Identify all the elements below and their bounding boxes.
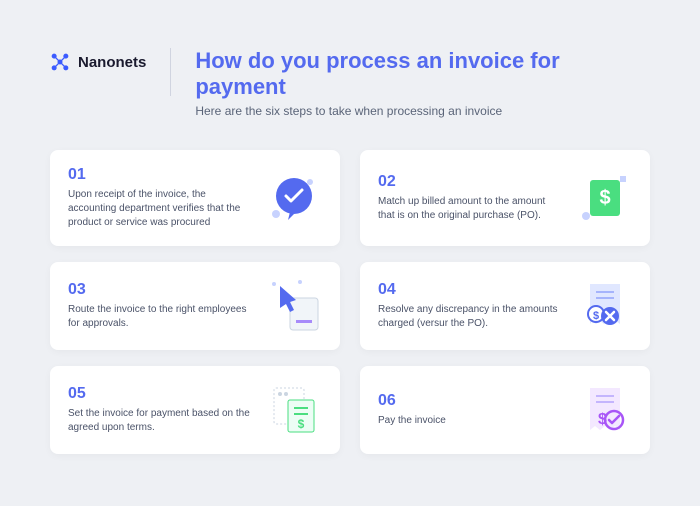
step-text: Match up billed amount to the amount tha… <box>378 195 564 223</box>
nanonets-logo-icon <box>50 52 70 72</box>
svg-text:$: $ <box>298 417 305 431</box>
infographic-container: Nanonets How do you process an invoice f… <box>0 0 700 506</box>
step-text: Route the invoice to the right employees… <box>68 303 254 331</box>
step-number: 01 <box>68 166 254 184</box>
brand-logo: Nanonets <box>50 48 146 72</box>
receipt-paid-icon: $ <box>576 382 632 438</box>
step-number: 02 <box>378 173 564 191</box>
step-card-03: 03 Route the invoice to the right employ… <box>50 262 340 350</box>
step-number: 05 <box>68 385 254 403</box>
step-text: Pay the invoice <box>378 414 564 428</box>
step-card-06: 06 Pay the invoice $ <box>360 366 650 454</box>
header-row: Nanonets How do you process an invoice f… <box>50 48 650 118</box>
step-card-01: 01 Upon receipt of the invoice, the acco… <box>50 150 340 246</box>
step-card-05: 05 Set the invoice for payment based on … <box>50 366 340 454</box>
header-divider <box>170 48 171 96</box>
steps-grid: 01 Upon receipt of the invoice, the acco… <box>50 150 650 454</box>
step-card-02: 02 Match up billed amount to the amount … <box>360 150 650 246</box>
step-number: 03 <box>68 281 254 299</box>
step-number: 06 <box>378 392 564 410</box>
step-card-04: 04 Resolve any discrepancy in the amount… <box>360 262 650 350</box>
cursor-click-icon <box>266 278 322 334</box>
step-text: Upon receipt of the invoice, the account… <box>68 188 254 230</box>
title-section: How do you process an invoice for paymen… <box>195 48 650 118</box>
page-subtitle: Here are the six steps to take when proc… <box>195 104 650 118</box>
svg-text:$: $ <box>593 310 599 322</box>
brand-name: Nanonets <box>78 54 146 71</box>
page-title: How do you process an invoice for paymen… <box>195 48 650 100</box>
dollar-tag-icon: $ <box>576 170 632 226</box>
invoice-document-icon: $ <box>266 382 322 438</box>
step-number: 04 <box>378 281 564 299</box>
step-text: Set the invoice for payment based on the… <box>68 407 254 435</box>
step-text: Resolve any discrepancy in the amounts c… <box>378 303 564 331</box>
checkmark-bubble-icon <box>266 170 322 226</box>
svg-text:$: $ <box>599 187 610 209</box>
receipt-error-icon: $ <box>576 278 632 334</box>
